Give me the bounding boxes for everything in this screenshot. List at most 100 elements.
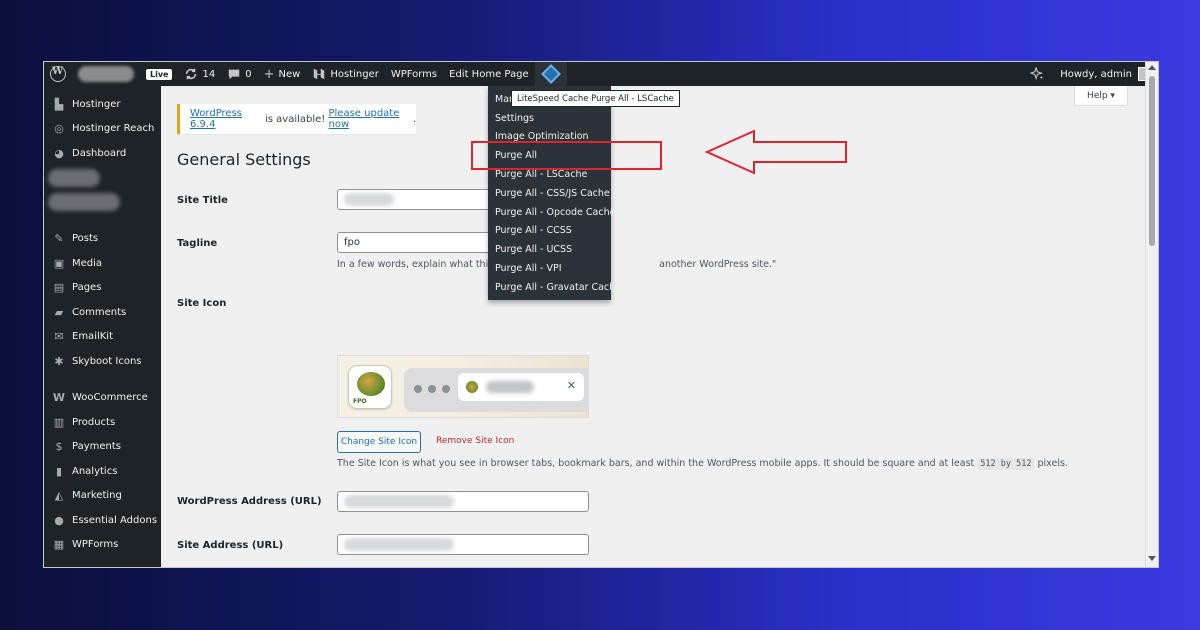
help-tab-button[interactable]: Help ▾ bbox=[1074, 86, 1128, 106]
tagline-desc-start: In a few words, explain what this s bbox=[337, 259, 502, 270]
site-icon-preview: FPO ✕ bbox=[337, 355, 589, 418]
update-now-link[interactable]: Please update now bbox=[329, 108, 413, 130]
red-arrow-icon bbox=[704, 129, 847, 175]
sidebar-item-label: Marketing bbox=[72, 490, 122, 502]
app-icon-text: FPO bbox=[353, 398, 367, 405]
page-scrollbar[interactable] bbox=[1145, 62, 1158, 567]
sidebar-item-label: Media bbox=[72, 257, 103, 269]
favicon-icon bbox=[466, 381, 478, 393]
admin-bar-right: Howdy, admin bbox=[1024, 62, 1158, 86]
site-name-menu[interactable] bbox=[72, 62, 140, 86]
updates-count: 14 bbox=[202, 68, 216, 80]
comments-count: 0 bbox=[245, 68, 252, 80]
dropdown-item-purge-vpi[interactable]: Purge All - VPI bbox=[488, 259, 611, 278]
pin-icon: ✎ bbox=[54, 232, 64, 246]
litespeed-menu[interactable] bbox=[534, 62, 567, 86]
archive-icon: ▥ bbox=[53, 415, 65, 429]
wpforms-label: WPForms bbox=[390, 68, 438, 80]
change-site-icon-button[interactable]: Change Site Icon bbox=[337, 431, 421, 453]
plus-icon: + bbox=[263, 66, 275, 82]
remove-site-icon-button[interactable]: Remove Site Icon bbox=[436, 436, 514, 446]
sidebar-item-label: Posts bbox=[72, 233, 99, 245]
blurred-label bbox=[48, 193, 120, 212]
dropdown-item-purge-ccss[interactable]: Purge All - CCSS bbox=[488, 222, 611, 241]
sidebar-item-essential-addons[interactable]: ● Essential Addons bbox=[44, 508, 161, 533]
site-title-label: Site Title bbox=[177, 195, 228, 206]
dropdown-item-purge-opcode[interactable]: Purge All - Opcode Cache bbox=[488, 203, 615, 222]
blurred-value bbox=[344, 538, 454, 551]
updates-menu[interactable]: 14 bbox=[178, 62, 221, 86]
sidebar-item-blurred[interactable] bbox=[44, 166, 161, 191]
update-notice: WordPress 6.9.4 is available! Please upd… bbox=[177, 104, 416, 134]
sidebar-item-analytics[interactable]: ▮ Analytics bbox=[44, 459, 161, 484]
sidebar-item-label: Essential Addons bbox=[72, 514, 158, 526]
admin-bar: Live 14 0 + New Hostinger WPForms Edit H… bbox=[44, 62, 1158, 86]
page-icon: ▤ bbox=[53, 281, 65, 295]
sidebar-item-posts[interactable]: ✎ Posts bbox=[44, 227, 161, 252]
sidebar-item-wpforms[interactable]: ▦ WPForms bbox=[44, 533, 161, 558]
sidebar-item-woocommerce[interactable]: W WooCommerce bbox=[44, 386, 161, 411]
my-account-menu[interactable]: Howdy, admin bbox=[1054, 62, 1158, 86]
wordpress-logo-icon bbox=[50, 66, 66, 82]
sidebar-item-comments[interactable]: ▰ Comments bbox=[44, 300, 161, 325]
hostinger-icon bbox=[314, 68, 325, 80]
sidebar-item-marketing[interactable]: ◭ Marketing bbox=[44, 484, 161, 509]
purge-all-highlight bbox=[471, 141, 662, 170]
sidebar-item-label: WooCommerce bbox=[72, 392, 148, 404]
close-icon: ✕ bbox=[566, 379, 576, 392]
icon-desc-text: The Site Icon is what you see in browser… bbox=[337, 458, 978, 469]
sidebar-item-hostinger[interactable]: ▙ Hostinger bbox=[44, 92, 161, 117]
sidebar-item-label: Payments bbox=[72, 441, 121, 453]
sidebar-item-label: EmailKit bbox=[72, 331, 114, 343]
litespeed-tooltip: LiteSpeed Cache Purge All - LSCache bbox=[511, 90, 680, 107]
blurred-tab-title bbox=[486, 381, 534, 393]
live-badge-item[interactable]: Live bbox=[140, 62, 178, 86]
edit-home-page-link[interactable]: Edit Home Page bbox=[443, 62, 534, 86]
new-label: New bbox=[278, 68, 301, 80]
sidebar-item-label: Hostinger Reach bbox=[72, 123, 155, 135]
sidebar-item-label: Hostinger bbox=[72, 98, 121, 110]
scroll-up-icon[interactable] bbox=[1148, 65, 1156, 70]
logo-image bbox=[357, 372, 385, 396]
site-icon-label: Site Icon bbox=[177, 298, 227, 309]
comment-icon: ▰ bbox=[54, 305, 64, 319]
sidebar-item-blurred[interactable] bbox=[44, 190, 161, 215]
wordpress-address-input[interactable] bbox=[337, 491, 589, 512]
dropdown-item-settings[interactable]: Settings bbox=[488, 109, 611, 128]
site-address-label: Site Address (URL) bbox=[177, 540, 284, 551]
wordpress-version-link[interactable]: WordPress 6.9.4 bbox=[190, 108, 262, 130]
wp-logo-menu[interactable] bbox=[44, 62, 72, 86]
sidebar-item-label: Analytics bbox=[72, 465, 118, 477]
sidebar-item-dashboard[interactable]: ◕ Dashboard bbox=[44, 141, 161, 166]
hostinger-menu[interactable]: Hostinger bbox=[306, 62, 385, 86]
site-name-blurred bbox=[78, 66, 134, 82]
blurred-value bbox=[344, 193, 394, 206]
dropdown-item-purge-ucss[interactable]: Purge All - UCSS bbox=[488, 240, 611, 259]
wpforms-menu[interactable]: WPForms bbox=[385, 62, 443, 86]
site-address-input[interactable] bbox=[337, 534, 589, 555]
page-title: General Settings bbox=[177, 150, 311, 169]
dropdown-item-purge-gravatar[interactable]: Purge All - Gravatar Cache bbox=[488, 278, 621, 297]
scroll-thumb[interactable] bbox=[1149, 76, 1155, 246]
sidebar-item-media[interactable]: ▣ Media bbox=[44, 251, 161, 276]
sidebar-item-skyboot-icons[interactable]: ✱ Skyboot Icons bbox=[44, 349, 161, 374]
notice-text: is available! bbox=[261, 113, 329, 125]
browser-tab-preview: ✕ bbox=[404, 368, 588, 412]
comments-menu[interactable]: 0 bbox=[221, 62, 257, 86]
new-content-menu[interactable]: + New bbox=[258, 62, 307, 86]
sidebar-item-emailkit[interactable]: ✉ EmailKit bbox=[44, 325, 161, 350]
ai-sparkle-button[interactable] bbox=[1024, 62, 1054, 86]
scroll-down-icon[interactable] bbox=[1148, 556, 1156, 561]
sidebar-item-payments[interactable]: $ Payments bbox=[44, 435, 161, 460]
sidebar-item-pages[interactable]: ▤ Pages bbox=[44, 276, 161, 301]
wordpress-address-label: WordPress Address (URL) bbox=[177, 496, 322, 507]
blurred-label bbox=[48, 168, 100, 187]
tagline-desc-end: another WordPress site." bbox=[659, 259, 777, 270]
sidebar-item-products[interactable]: ▥ Products bbox=[44, 410, 161, 435]
site-icon-description: The Site Icon is what you see in browser… bbox=[337, 458, 1068, 470]
browser-viewport: Live 14 0 + New Hostinger WPForms Edit H… bbox=[44, 62, 1158, 567]
icon-size-code: 512 by 512 bbox=[977, 458, 1035, 470]
browser-tab: ✕ bbox=[458, 373, 584, 401]
dropdown-item-purge-cssjs[interactable]: Purge All - CSS/JS Cache bbox=[488, 184, 611, 203]
sidebar-item-hostinger-reach[interactable]: ◎ Hostinger Reach bbox=[44, 117, 161, 142]
